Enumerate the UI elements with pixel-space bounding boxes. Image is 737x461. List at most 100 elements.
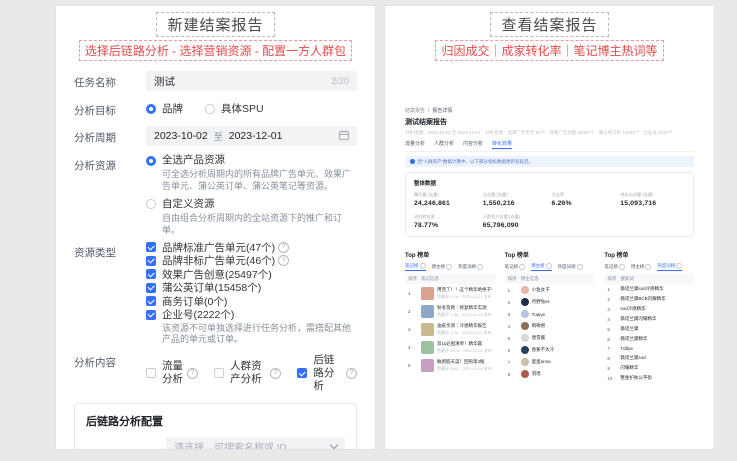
rank: 8 — [607, 355, 610, 361]
note-title: 油皮亲测｜冷感精华报告 — [437, 322, 487, 328]
audience-select[interactable]: 请选择，可搜索名称或 ID — [166, 436, 345, 450]
rank: 2 — [507, 299, 511, 305]
postlink-audience-row: 后链路人群 请选择，可搜索名称或 ID 当日新上传人群包预计 t+1 天12点可… — [86, 436, 345, 450]
info-icon[interactable] — [278, 255, 290, 267]
report-meta: 分析周期：2023-10-02 至 2023-12-01 分析资源：品牌广告单元… — [405, 130, 673, 135]
info-icon[interactable] — [270, 367, 282, 379]
checkbox-icon[interactable] — [214, 368, 225, 379]
end-date[interactable]: 2023-12-01 — [229, 130, 283, 142]
goal-option-brand[interactable]: 品牌 — [146, 103, 183, 116]
analysis-content-item[interactable]: 后链路分析 — [297, 354, 358, 393]
blogger-row: 8 羽瑶 — [505, 368, 595, 380]
rank: 4 — [507, 323, 511, 329]
analysis-content-label: 分析内容 — [74, 356, 116, 369]
metric-label: 点击率 — [551, 192, 565, 197]
create-report-form: 任务名称 测试 2/20 分析目标 品牌 具体SPU 分析周期 2023-10-… — [56, 61, 375, 393]
resource-option-custom[interactable]: 自定义资源 — [146, 198, 357, 211]
panel-subtitle-annotation: 归因成交｜成家转化率｜笔记博主热词等 — [435, 40, 664, 61]
note-meta: 赞藏评 9876 · 2023-11-01 发布 — [437, 347, 492, 353]
keyword-text: Tddye — [620, 346, 633, 351]
resource-type-checkbox-item[interactable]: 商务订单(0个) — [146, 295, 357, 309]
avatar — [520, 310, 529, 318]
analysis-resource-label: 分析资源 — [74, 160, 116, 172]
task-name-value: 测试 — [154, 75, 175, 88]
keyword-text: 薇诺兰黛BCB闪耀精华 — [620, 296, 666, 301]
goal-option-spu[interactable]: 具体SPU — [205, 103, 264, 116]
resource-type-list: 品牌标准广告单元(47个) 品牌非标广告单元(46个) 效果广告创意(25497… — [146, 241, 357, 322]
table-header: 排序 搜索词 — [604, 274, 695, 284]
report-tab: 内容分析 — [463, 141, 484, 147]
resource-custom-description: 自由组合分析周期内的全站资源下的推广和订单。 — [162, 212, 343, 235]
keyword-row: 10 整金护肤公平街 — [604, 373, 694, 383]
resource-type-checkbox-item[interactable]: 品牌标准广告单元(47个) — [146, 241, 357, 255]
analysis-content-item[interactable]: 人群资产分析 — [214, 360, 282, 386]
metric-value: 15,093,716 — [620, 200, 657, 207]
note-thumbnail — [421, 358, 434, 372]
resource-type-checkbox-item[interactable]: 品牌非标广告单元(46个) — [146, 254, 357, 268]
rank: 3 — [408, 326, 411, 332]
keyword-text: 薇诺兰黛sod冷感精华 — [620, 286, 664, 291]
radio-selected-icon[interactable] — [146, 155, 156, 166]
analysis-period-row: 分析周期 2023-10-02 至 2023-12-01 — [74, 126, 357, 146]
resource-type-checkbox-item[interactable]: 效果广告创意(25497个) — [146, 268, 357, 282]
note-meta: 赞藏评 1.2w · 2023-10-21 发布 — [437, 329, 492, 335]
resource-type-row: 资源类型 品牌标准广告单元(47个) 品牌非标广告单元(46个) 效果广告创意(… — [74, 241, 357, 346]
analysis-period-label: 分析周期 — [74, 132, 116, 144]
radio-unselected-icon[interactable] — [146, 199, 156, 210]
checkbox-icon[interactable] — [146, 269, 156, 280]
avatar — [520, 322, 529, 330]
avatar — [520, 286, 529, 294]
metric: 点击率 6.26% — [552, 192, 617, 207]
checkbox-icon[interactable] — [146, 242, 156, 253]
start-date[interactable]: 2023-10-02 — [154, 130, 208, 142]
top-keywords-section: Top 榜单 笔记榜 博主榜 热度词榜 排序 搜索词 1 薇诺兰黛sod冷感精华… — [604, 250, 695, 383]
resource-option-all[interactable]: 全选产品资源 — [146, 154, 357, 167]
blogger-name: 蛋蛋anna — [531, 359, 551, 364]
breadcrumb-current: 报告详情 — [432, 108, 453, 114]
checkbox-icon[interactable] — [146, 282, 156, 293]
resource-all-description: 可全选分析周期内的所有品牌广告单元、效果广告单元、蒲公英订单、蒲公英笔记等资源。 — [162, 169, 352, 191]
keyword-row: 3 sod冷感精华 — [604, 304, 694, 314]
analysis-resource-row: 分析资源 全选产品资源 可全选分析周期内的所有品牌广告单元、效果广告单元、蒲公英… — [74, 154, 357, 237]
metric: 点击量 (去重) 1,550,216 — [483, 192, 548, 207]
resource-type-checkbox-item[interactable]: 蒲公英订单(15458个) — [146, 281, 357, 295]
checkbox-icon[interactable] — [146, 309, 156, 320]
report-notice-banner: 因“人群资产”数据计算中，以下部分指标数据更新有延迟。 — [405, 156, 694, 167]
audience-placeholder: 请选择，可搜索名称或 ID — [174, 442, 287, 450]
info-icon[interactable] — [278, 241, 290, 253]
rank: 9 — [607, 365, 610, 371]
avatar — [520, 334, 529, 342]
analysis-goal-label: 分析目标 — [74, 105, 116, 117]
analysis-content-item[interactable]: 流量分析 — [146, 360, 199, 386]
rank: 7 — [507, 359, 511, 365]
checkbox-icon[interactable] — [146, 368, 156, 379]
top-lists: Top 榜单 笔记榜 博主榜 热度词榜 排序 笔记信息 1 用完了！！这个精华绝… — [405, 250, 695, 383]
char-counter: 2/20 — [331, 76, 349, 86]
info-icon[interactable] — [187, 367, 199, 379]
keyword-row: 7 Tddye — [604, 344, 694, 353]
top-list-tab: 笔记榜 — [405, 263, 426, 271]
checkbox-icon[interactable] — [146, 296, 156, 307]
keyword-row: 6 薇诺兰黛精华 — [604, 334, 694, 344]
calendar-icon — [339, 130, 349, 143]
metric-value: 65,796,090 — [482, 222, 519, 229]
radio-selected-icon[interactable] — [146, 104, 156, 114]
metric-label: 曝光量 (去重) — [414, 192, 439, 197]
note-rows: 1 用完了！！这个精华绝绝子♥♥♥！ 赞藏评 2.1w · 2023-10-12… — [405, 284, 495, 374]
radio-unselected-icon[interactable] — [205, 104, 215, 114]
top-section-tabs: 笔记榜 博主榜 热度词榜 — [405, 263, 495, 271]
date-range-picker[interactable]: 2023-10-02 至 2023-12-01 — [146, 126, 357, 146]
info-icon[interactable] — [346, 367, 358, 379]
report-tabs: 流量分析 人群分析 内容分析 转化效果 — [405, 140, 694, 152]
top-section-title: Top 榜单 — [604, 253, 629, 259]
note-title: 秋冬急救｜修复精华实测 — [437, 304, 487, 310]
checkbox-icon[interactable] — [297, 368, 308, 379]
top-notes-section: Top 榜单 笔记榜 博主榜 热度词榜 排序 笔记信息 1 用完了！！这个精华绝… — [405, 250, 495, 374]
resource-type-label: 资源类型 — [74, 246, 116, 259]
resource-type-checkbox-item[interactable]: 企业号(2222个) — [146, 308, 357, 322]
rank: 5 — [507, 335, 511, 341]
note-meta: 赞藏评 1.8w · 2023-10-15 发布 — [437, 311, 492, 317]
checkbox-icon[interactable] — [146, 255, 156, 266]
avatar — [520, 358, 529, 366]
task-name-input[interactable]: 测试 2/20 — [146, 71, 357, 91]
